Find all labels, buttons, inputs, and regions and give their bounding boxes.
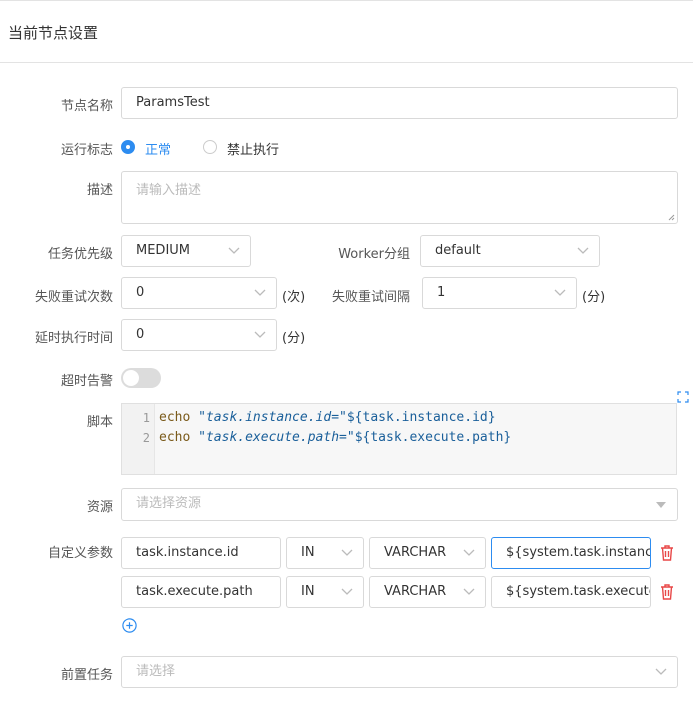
chevron-down-icon xyxy=(463,549,475,556)
chevron-down-icon xyxy=(341,588,353,595)
worker-group-value: default xyxy=(435,243,481,258)
description-placeholder: 请输入描述 xyxy=(136,183,202,198)
description-textarea[interactable]: 请输入描述 xyxy=(121,171,678,224)
worker-group-select[interactable]: default xyxy=(420,235,600,267)
fail-retry-times-label: 失败重试次数 xyxy=(34,290,113,305)
timeout-alarm-switch[interactable] xyxy=(121,368,161,388)
priority-label: 任务优先级 xyxy=(47,247,113,262)
fail-retry-times-unit: (次) xyxy=(282,290,306,305)
priority-select[interactable]: MEDIUM xyxy=(121,235,251,267)
resources-placeholder: 请选择资源 xyxy=(136,496,202,511)
radio-unchecked-icon xyxy=(203,140,217,154)
delay-time-select[interactable]: 0 xyxy=(121,319,277,351)
script-editor[interactable]: 1 2 echo "task.instance.id="${task.insta… xyxy=(121,403,677,475)
delay-time-unit: (分) xyxy=(282,331,306,346)
description-label: 描述 xyxy=(86,183,113,198)
fail-retry-interval-unit: (分) xyxy=(582,290,606,305)
fail-retry-times-select[interactable]: 0 xyxy=(121,277,277,309)
code-line: echo "task.instance.id="${task.instance.… xyxy=(159,410,496,425)
line-number: 1 xyxy=(142,411,150,425)
code-string: "task.instance.id=" xyxy=(198,410,347,425)
chevron-down-icon xyxy=(228,247,240,254)
fail-retry-interval-value: 1 xyxy=(437,285,446,300)
code-variable: ${task.execute.path} xyxy=(354,430,512,445)
run-flag-forbidden-label: 禁止执行 xyxy=(227,143,280,158)
code-line: echo "task.execute.path="${task.execute.… xyxy=(159,430,511,445)
panel-title: 当前节点设置 xyxy=(8,24,99,42)
add-circle-icon[interactable] xyxy=(122,618,137,633)
run-flag-normal-label: 正常 xyxy=(145,143,172,158)
radio-checked-icon xyxy=(121,140,135,154)
param-direct-value: IN xyxy=(301,545,315,560)
chevron-down-icon xyxy=(254,289,266,296)
param-prop-input[interactable]: task.execute.path xyxy=(121,576,281,608)
node-name-input[interactable]: ParamsTest xyxy=(121,87,678,119)
chevron-down-icon xyxy=(655,668,667,675)
code-string: "task.execute.path=" xyxy=(198,430,355,445)
param-direct-select[interactable]: IN xyxy=(286,576,364,608)
worker-group-label: Worker分组 xyxy=(338,247,410,262)
chevron-down-icon xyxy=(577,247,589,254)
editor-gutter: 1 2 xyxy=(122,404,155,474)
trash-icon[interactable] xyxy=(660,545,674,561)
custom-params-label: 自定义参数 xyxy=(47,546,113,561)
chevron-down-icon xyxy=(341,549,353,556)
code-keyword: echo xyxy=(159,410,191,425)
pre-tasks-label: 前置任务 xyxy=(60,668,113,683)
resize-handle-icon xyxy=(668,214,675,221)
trash-icon[interactable] xyxy=(660,584,674,600)
fullscreen-icon[interactable] xyxy=(677,391,689,403)
panel-header: 当前节点设置 xyxy=(0,0,693,63)
delay-time-value: 0 xyxy=(136,327,145,342)
chevron-down-icon xyxy=(254,331,266,338)
param-type-select[interactable]: VARCHAR xyxy=(369,537,486,569)
param-direct-select[interactable]: IN xyxy=(286,537,364,569)
code-keyword: echo xyxy=(159,430,191,445)
resources-label: 资源 xyxy=(86,500,113,515)
param-type-select[interactable]: VARCHAR xyxy=(369,576,486,608)
fail-retry-interval-label: 失败重试间隔 xyxy=(331,290,410,305)
run-flag-label: 运行标志 xyxy=(60,143,113,158)
param-direct-value: IN xyxy=(301,584,315,599)
pre-tasks-placeholder: 请选择 xyxy=(136,664,176,679)
delay-time-label: 延时执行时间 xyxy=(34,331,113,346)
priority-value: MEDIUM xyxy=(136,243,191,258)
fail-retry-interval-select[interactable]: 1 xyxy=(422,277,577,309)
chevron-down-icon xyxy=(554,289,566,296)
switch-knob xyxy=(123,370,139,386)
chevron-down-icon xyxy=(463,588,475,595)
param-value-input[interactable]: ${system.task.execute.path} xyxy=(491,576,651,608)
fail-retry-times-value: 0 xyxy=(136,285,145,300)
node-name-label: 节点名称 xyxy=(60,99,113,114)
line-number: 2 xyxy=(142,431,150,445)
caret-down-icon xyxy=(656,502,666,508)
timeout-alarm-label: 超时告警 xyxy=(60,374,113,389)
resources-select[interactable]: 请选择资源 xyxy=(121,488,678,521)
code-variable: ${task.instance.id} xyxy=(346,410,496,425)
pre-tasks-select[interactable]: 请选择 xyxy=(121,656,678,688)
script-label: 脚本 xyxy=(86,415,113,430)
param-prop-input[interactable]: task.instance.id xyxy=(121,537,281,569)
param-type-value: VARCHAR xyxy=(384,545,447,560)
param-value-input[interactable]: ${system.task.instance.id} xyxy=(491,537,651,569)
param-type-value: VARCHAR xyxy=(384,584,447,599)
